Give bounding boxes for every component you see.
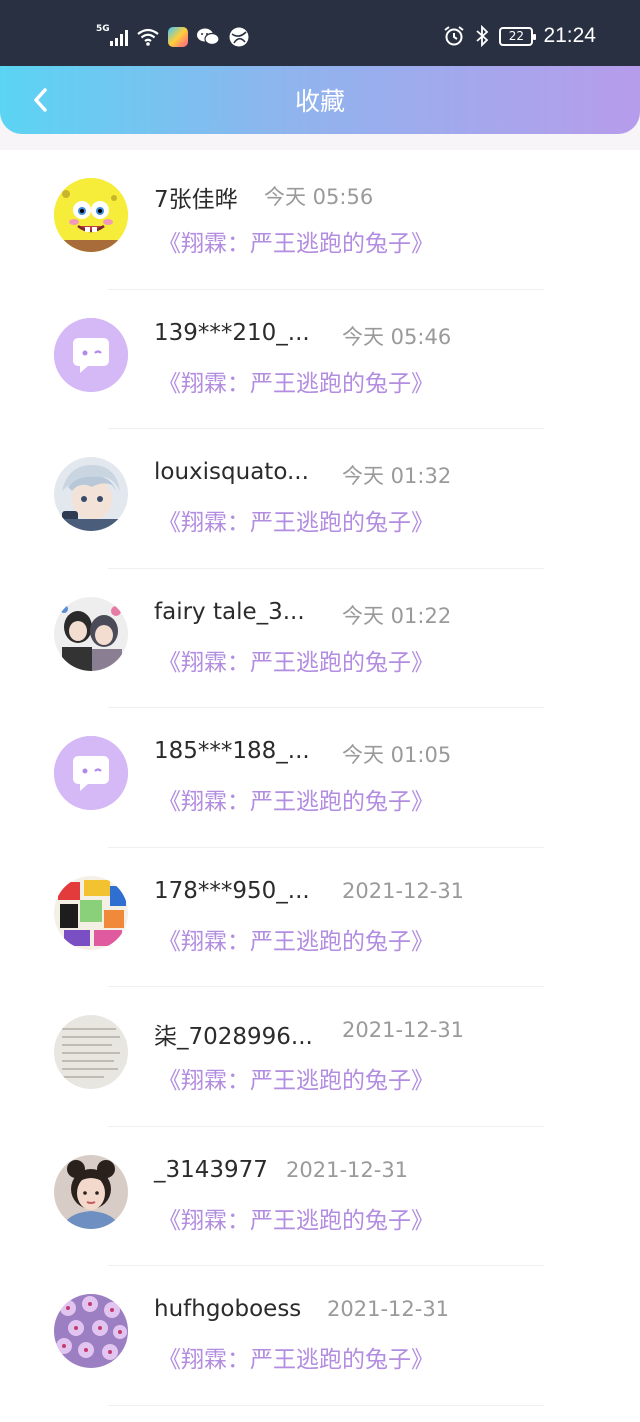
bluetooth-icon [476,25,489,47]
avatar[interactable] [54,596,128,671]
avatar[interactable] [54,1294,128,1368]
work-title-link[interactable]: 《翔霖：严王逃跑的兔子》 [158,1340,434,1374]
favorites-list: 7张佳晔 今天 05:56 《翔霖：严王逃跑的兔子》 139***210_...… [0,150,640,1422]
list-item[interactable]: fairy tale_3... 今天 01:22 《翔霖：严王逃跑的兔子》 [0,569,640,708]
user-name: 7张佳晔 [154,187,238,213]
avatar[interactable] [54,875,128,950]
wifi-icon [137,28,159,46]
divider [108,1404,544,1406]
list-item[interactable]: 178***950_... 2021-12-31 《翔霖：严王逃跑的兔子》 [0,848,640,987]
timestamp: 2021-12-31 [286,1157,409,1182]
user-name: 139***210_... [154,319,310,346]
work-title-link[interactable]: 《翔霖：严王逃跑的兔子》 [158,1061,434,1095]
timestamp: 2021-12-31 [342,878,465,903]
anime-avatar-icon [54,457,128,531]
timestamp: 今天 05:46 [342,324,452,349]
list-item[interactable]: 7张佳晔 今天 05:56 《翔霖：严王逃跑的兔子》 [0,150,640,290]
list-item[interactable]: 139***210_... 今天 05:46 《翔霖：严王逃跑的兔子》 [0,290,640,429]
work-title-link[interactable]: 《翔霖：严王逃跑的兔子》 [158,1201,434,1235]
wechat-icon [197,28,220,46]
avatar[interactable] [54,457,128,531]
avatar[interactable] [54,736,128,810]
work-title-link[interactable]: 《翔霖：严王逃跑的兔子》 [158,643,434,677]
timestamp: 2021-12-31 [342,1018,465,1042]
user-name: louxisquato... [154,459,309,485]
app-notification-icon [168,27,188,47]
status-left: 5G [96,24,250,48]
timestamp: 2021-12-31 [327,1297,450,1321]
browser-icon [229,27,249,47]
collage-avatar-icon [54,875,128,950]
default-avatar-icon [54,736,128,810]
user-name: 柒_7028996... [154,1024,313,1050]
paper-avatar-icon [54,1015,128,1089]
anime-group-avatar-icon [54,596,128,671]
avatar[interactable] [54,1015,128,1089]
status-right: 22 21:24 [443,24,596,48]
timestamp: 今天 05:56 [264,185,374,209]
clock: 21:24 [543,24,596,47]
network-type: 5G [96,24,110,34]
avatar[interactable] [54,1154,128,1229]
work-title-link[interactable]: 《翔霖：严王逃跑的兔子》 [158,364,434,398]
work-title-link[interactable]: 《翔霖：严王逃跑的兔子》 [158,503,434,537]
list-item[interactable]: 185***188_... 今天 01:05 《翔霖：严王逃跑的兔子》 [0,708,640,848]
battery-level: 22 [508,28,525,43]
user-name: 178***950_... [154,877,310,904]
page-title: 收藏 [294,87,345,116]
portrait-avatar-icon [54,1154,128,1229]
list-item[interactable]: hufhgoboess 2021-12-31 《翔霖：严王逃跑的兔子》 [0,1266,640,1406]
flowers-avatar-icon [54,1294,128,1368]
timestamp: 今天 01:32 [342,464,452,488]
list-item[interactable]: 柒_7028996... 2021-12-31 《翔霖：严王逃跑的兔子》 [0,987,640,1127]
avatar[interactable] [54,178,128,252]
user-name: 185***188_... [154,738,310,764]
work-title-link[interactable]: 《翔霖：严王逃跑的兔子》 [158,224,434,258]
default-avatar-icon [54,317,128,392]
user-name: _3143977 [154,1156,268,1183]
alarm-icon [444,26,465,46]
work-title-link[interactable]: 《翔霖：严王逃跑的兔子》 [158,782,434,816]
work-title-link[interactable]: 《翔霖：严王逃跑的兔子》 [158,922,434,956]
cellular-signal-icon: 5G [96,24,128,46]
user-name: hufhgoboess [154,1296,302,1322]
user-name: fairy tale_3... [154,598,305,625]
avatar[interactable] [54,317,128,392]
list-item[interactable]: _3143977 2021-12-31 《翔霖：严王逃跑的兔子》 [0,1127,640,1266]
title-bar: 收藏 [0,66,640,134]
spongebob-avatar-icon [54,178,128,252]
timestamp: 今天 01:22 [342,603,452,628]
status-bar: 5G 22 21:24 [0,0,640,66]
list-item[interactable]: louxisquato... 今天 01:32 《翔霖：严王逃跑的兔子》 [0,429,640,569]
timestamp: 今天 01:05 [342,743,452,767]
battery-icon: 22 [499,26,537,46]
